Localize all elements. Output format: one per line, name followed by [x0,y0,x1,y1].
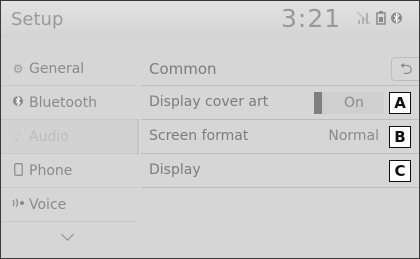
sidebar-item-phone[interactable]: Phone [1,154,137,188]
music-note-icon: ♪ [14,129,22,144]
battery-icon [376,11,386,29]
phone-icon [7,162,29,179]
sidebar-item-label: Bluetooth [29,94,97,111]
voice-icon [7,197,29,212]
section-label: Common [149,60,217,78]
toggle-value: On [344,95,364,111]
cover-art-toggle[interactable]: On [314,92,384,114]
sidebar-item-label: Phone [29,162,73,179]
sidebar-item-bluetooth[interactable]: Bluetooth [1,86,137,120]
sidebar-item-label: Voice [29,196,67,213]
section-header: Common ⮌ [141,52,419,86]
sidebar-item-audio[interactable]: ♪ Audio [1,120,137,154]
setting-row-screen-format[interactable]: Screen format Normal B [141,120,419,154]
setting-label: Display cover art [149,94,269,110]
header-bar: Setup 3:21 [1,1,419,38]
signal-icon [356,11,371,29]
setting-value: Normal [328,128,379,144]
setting-row-display[interactable]: Display C [141,154,419,188]
callout-label: C [389,160,411,182]
callout-label: B [389,126,411,148]
status-icons [356,11,402,29]
sidebar-item-voice[interactable]: Voice [1,188,137,222]
callout-label: A [389,92,411,114]
bluetooth-icon [391,11,402,29]
screen: Setup 3:21 ⚙ General Bluetooth ♪ Audio P… [0,0,420,259]
sidebar-item-label: General [29,60,85,77]
setting-row-display-cover-art[interactable]: Display cover art On A [141,86,419,120]
back-arrow-icon[interactable]: ⮌ [391,57,419,81]
sidebar: ⚙ General Bluetooth ♪ Audio Phone Voice [1,52,137,258]
sidebar-item-label: Audio [29,128,69,145]
setting-label: Screen format [149,128,249,144]
setting-label: Display [149,162,201,178]
clock: 3:21 [281,4,342,33]
gear-icon: ⚙ [12,61,24,76]
toggle-indicator [314,92,322,114]
page-title: Setup [11,9,64,30]
bluetooth-icon [7,95,29,110]
sidebar-item-general[interactable]: ⚙ General [1,52,137,86]
chevron-down-icon[interactable] [61,228,74,241]
sidebar-divider [137,119,139,155]
